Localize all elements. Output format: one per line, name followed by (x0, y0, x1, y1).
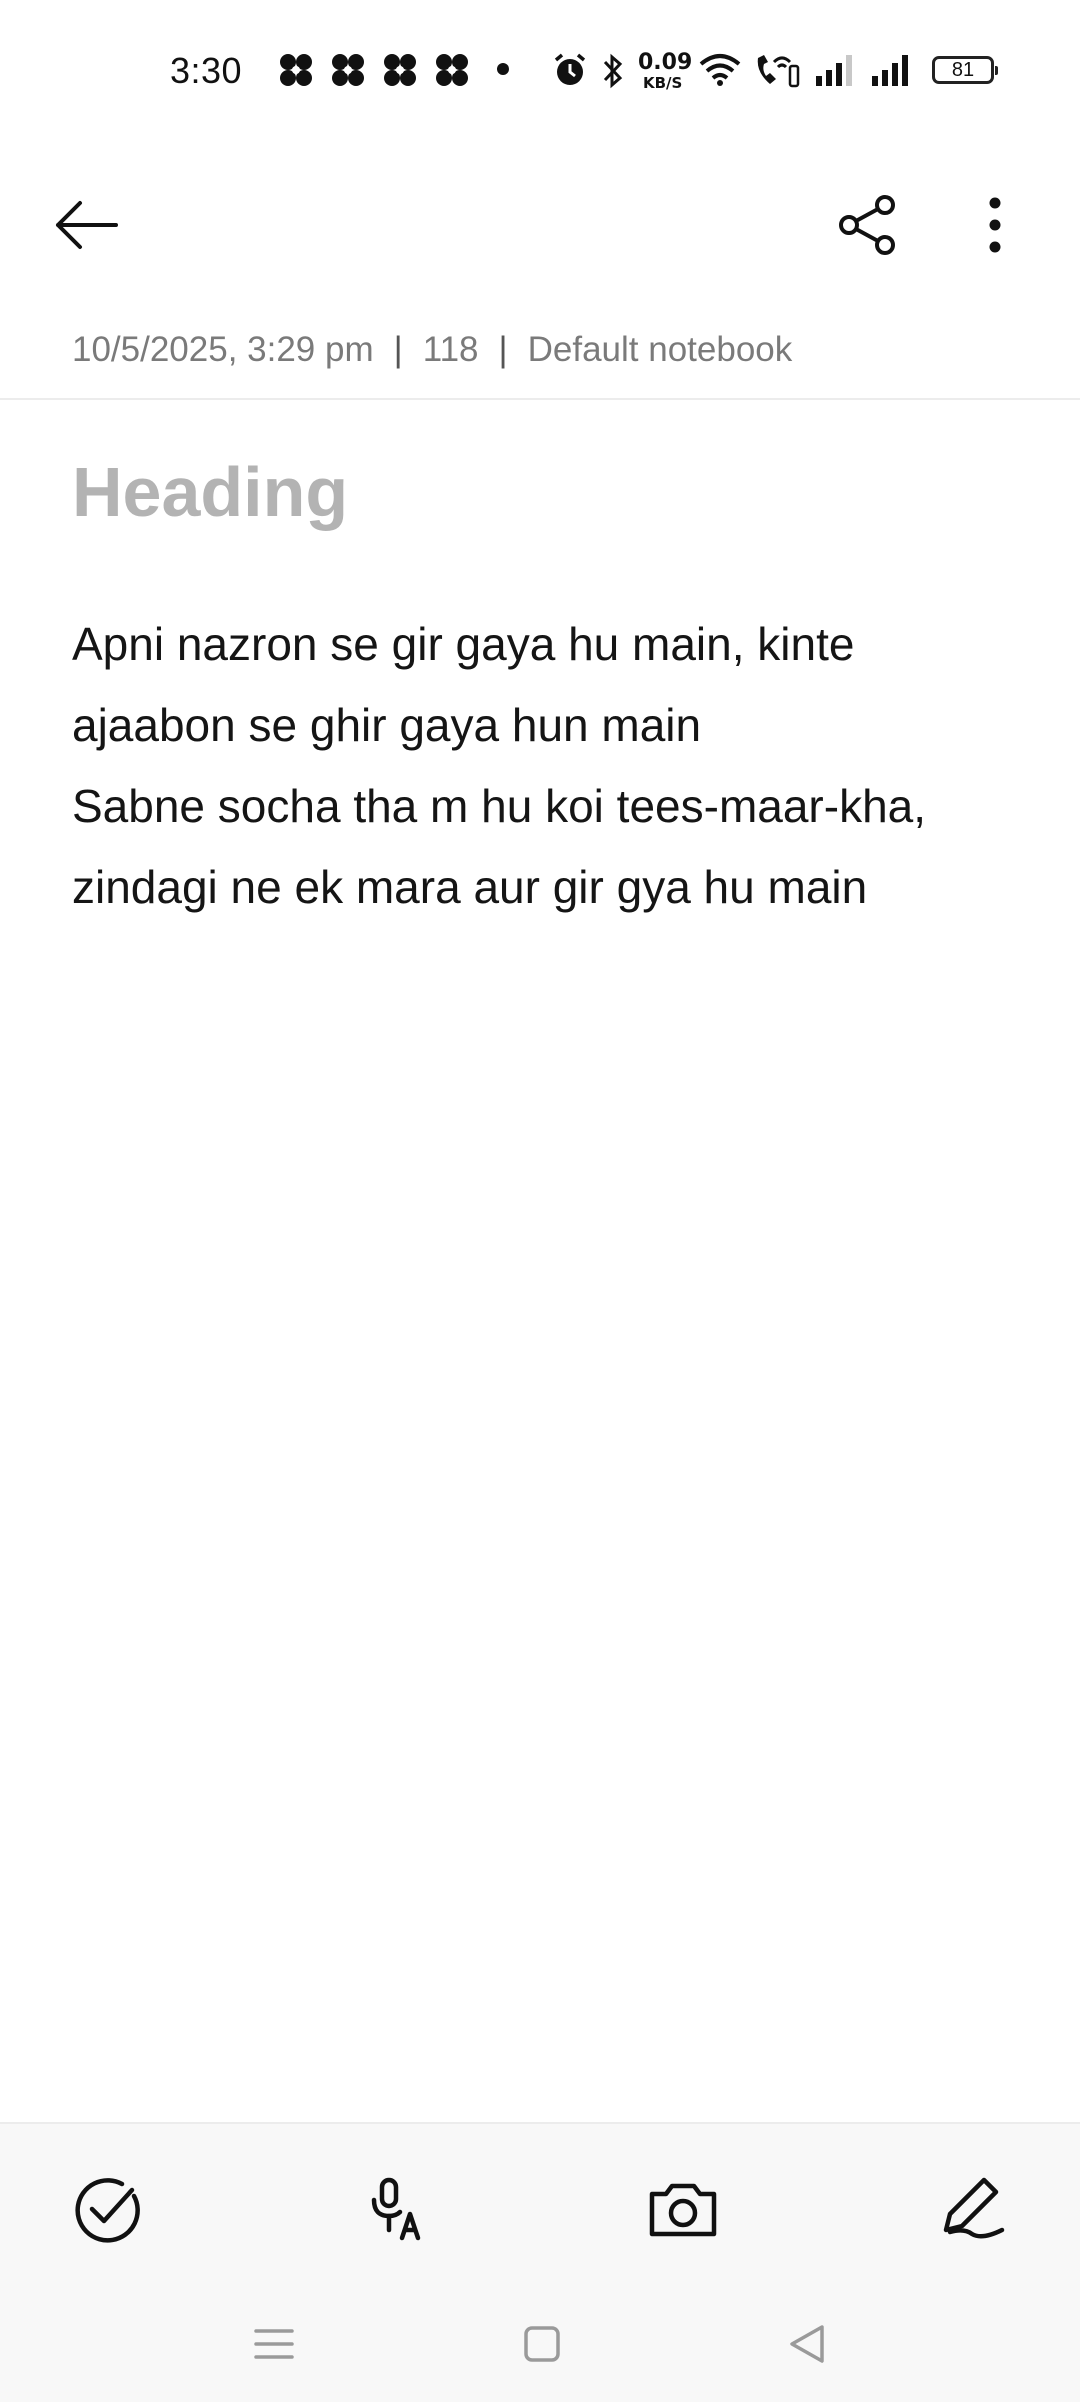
note-body-editor[interactable]: Apni nazron se gir gaya hu main, kinte a… (72, 604, 1032, 928)
pinwheel-icon (280, 54, 312, 86)
back-button[interactable] (40, 180, 130, 270)
note-line: Sabne socha tha m hu koi tees-maar-kha, (72, 780, 927, 832)
checklist-icon (75, 2178, 140, 2243)
divider (0, 398, 1080, 400)
battery-level: 81 (951, 59, 975, 81)
battery-indicator: 81 (932, 56, 998, 84)
pinwheel-icon (332, 54, 364, 86)
alarm-icon (554, 53, 586, 85)
pen-icon (943, 2177, 1005, 2239)
heading-field[interactable]: Heading (72, 452, 348, 532)
checklist-button[interactable] (62, 2164, 152, 2254)
signal-icon (816, 55, 852, 86)
net-speed-value: 0.09 (638, 50, 693, 75)
menu-icon (254, 2329, 294, 2359)
back-triangle-icon (790, 2325, 824, 2363)
share-button[interactable] (824, 180, 914, 270)
note-date: 10/5/2025, 3:29 pm (72, 330, 374, 369)
dot-icon (497, 63, 509, 75)
pen-button[interactable] (928, 2164, 1018, 2254)
net-speed-unit: KB/S (643, 74, 683, 92)
voice-to-text-icon (371, 2177, 421, 2241)
more-vertical-icon (989, 197, 1001, 253)
note-line: Apni nazron se gir gaya hu main, kinte (72, 618, 855, 670)
nav-back-button[interactable] (778, 2314, 838, 2374)
arrow-left-icon (56, 201, 118, 249)
signal-icon (872, 55, 908, 86)
meta-separator: | (393, 330, 403, 369)
pinwheel-icon (384, 54, 416, 86)
voice-to-text-button[interactable] (350, 2164, 440, 2254)
camera-button[interactable] (638, 2164, 728, 2254)
nav-menu-button[interactable] (244, 2314, 304, 2374)
nav-home-button[interactable] (512, 2314, 572, 2374)
note-meta: 10/5/2025, 3:29 pm | 118 | Default notebook (72, 330, 792, 370)
status-bar: 3:30 0.09 KB/S 81 (0, 0, 1080, 140)
pinwheel-icon (436, 54, 468, 86)
wifi-icon (699, 54, 741, 86)
camera-icon (649, 2183, 717, 2237)
meta-separator: | (498, 330, 508, 369)
share-icon (839, 195, 895, 255)
more-options-button[interactable] (950, 180, 1040, 270)
notebook-selector[interactable]: Default notebook (528, 330, 793, 369)
app-bar (0, 160, 1080, 290)
note-line: ajaabon se ghir gaya hun main (72, 699, 702, 751)
note-char-count: 118 (422, 330, 479, 369)
wifi-call-icon (757, 55, 800, 88)
note-line: zindagi ne ek mara aur gir gya hu main (72, 861, 868, 913)
status-time: 3:30 (170, 50, 243, 91)
bottom-toolbar (0, 2122, 1080, 2402)
bluetooth-icon (603, 53, 623, 89)
home-icon (524, 2326, 560, 2362)
